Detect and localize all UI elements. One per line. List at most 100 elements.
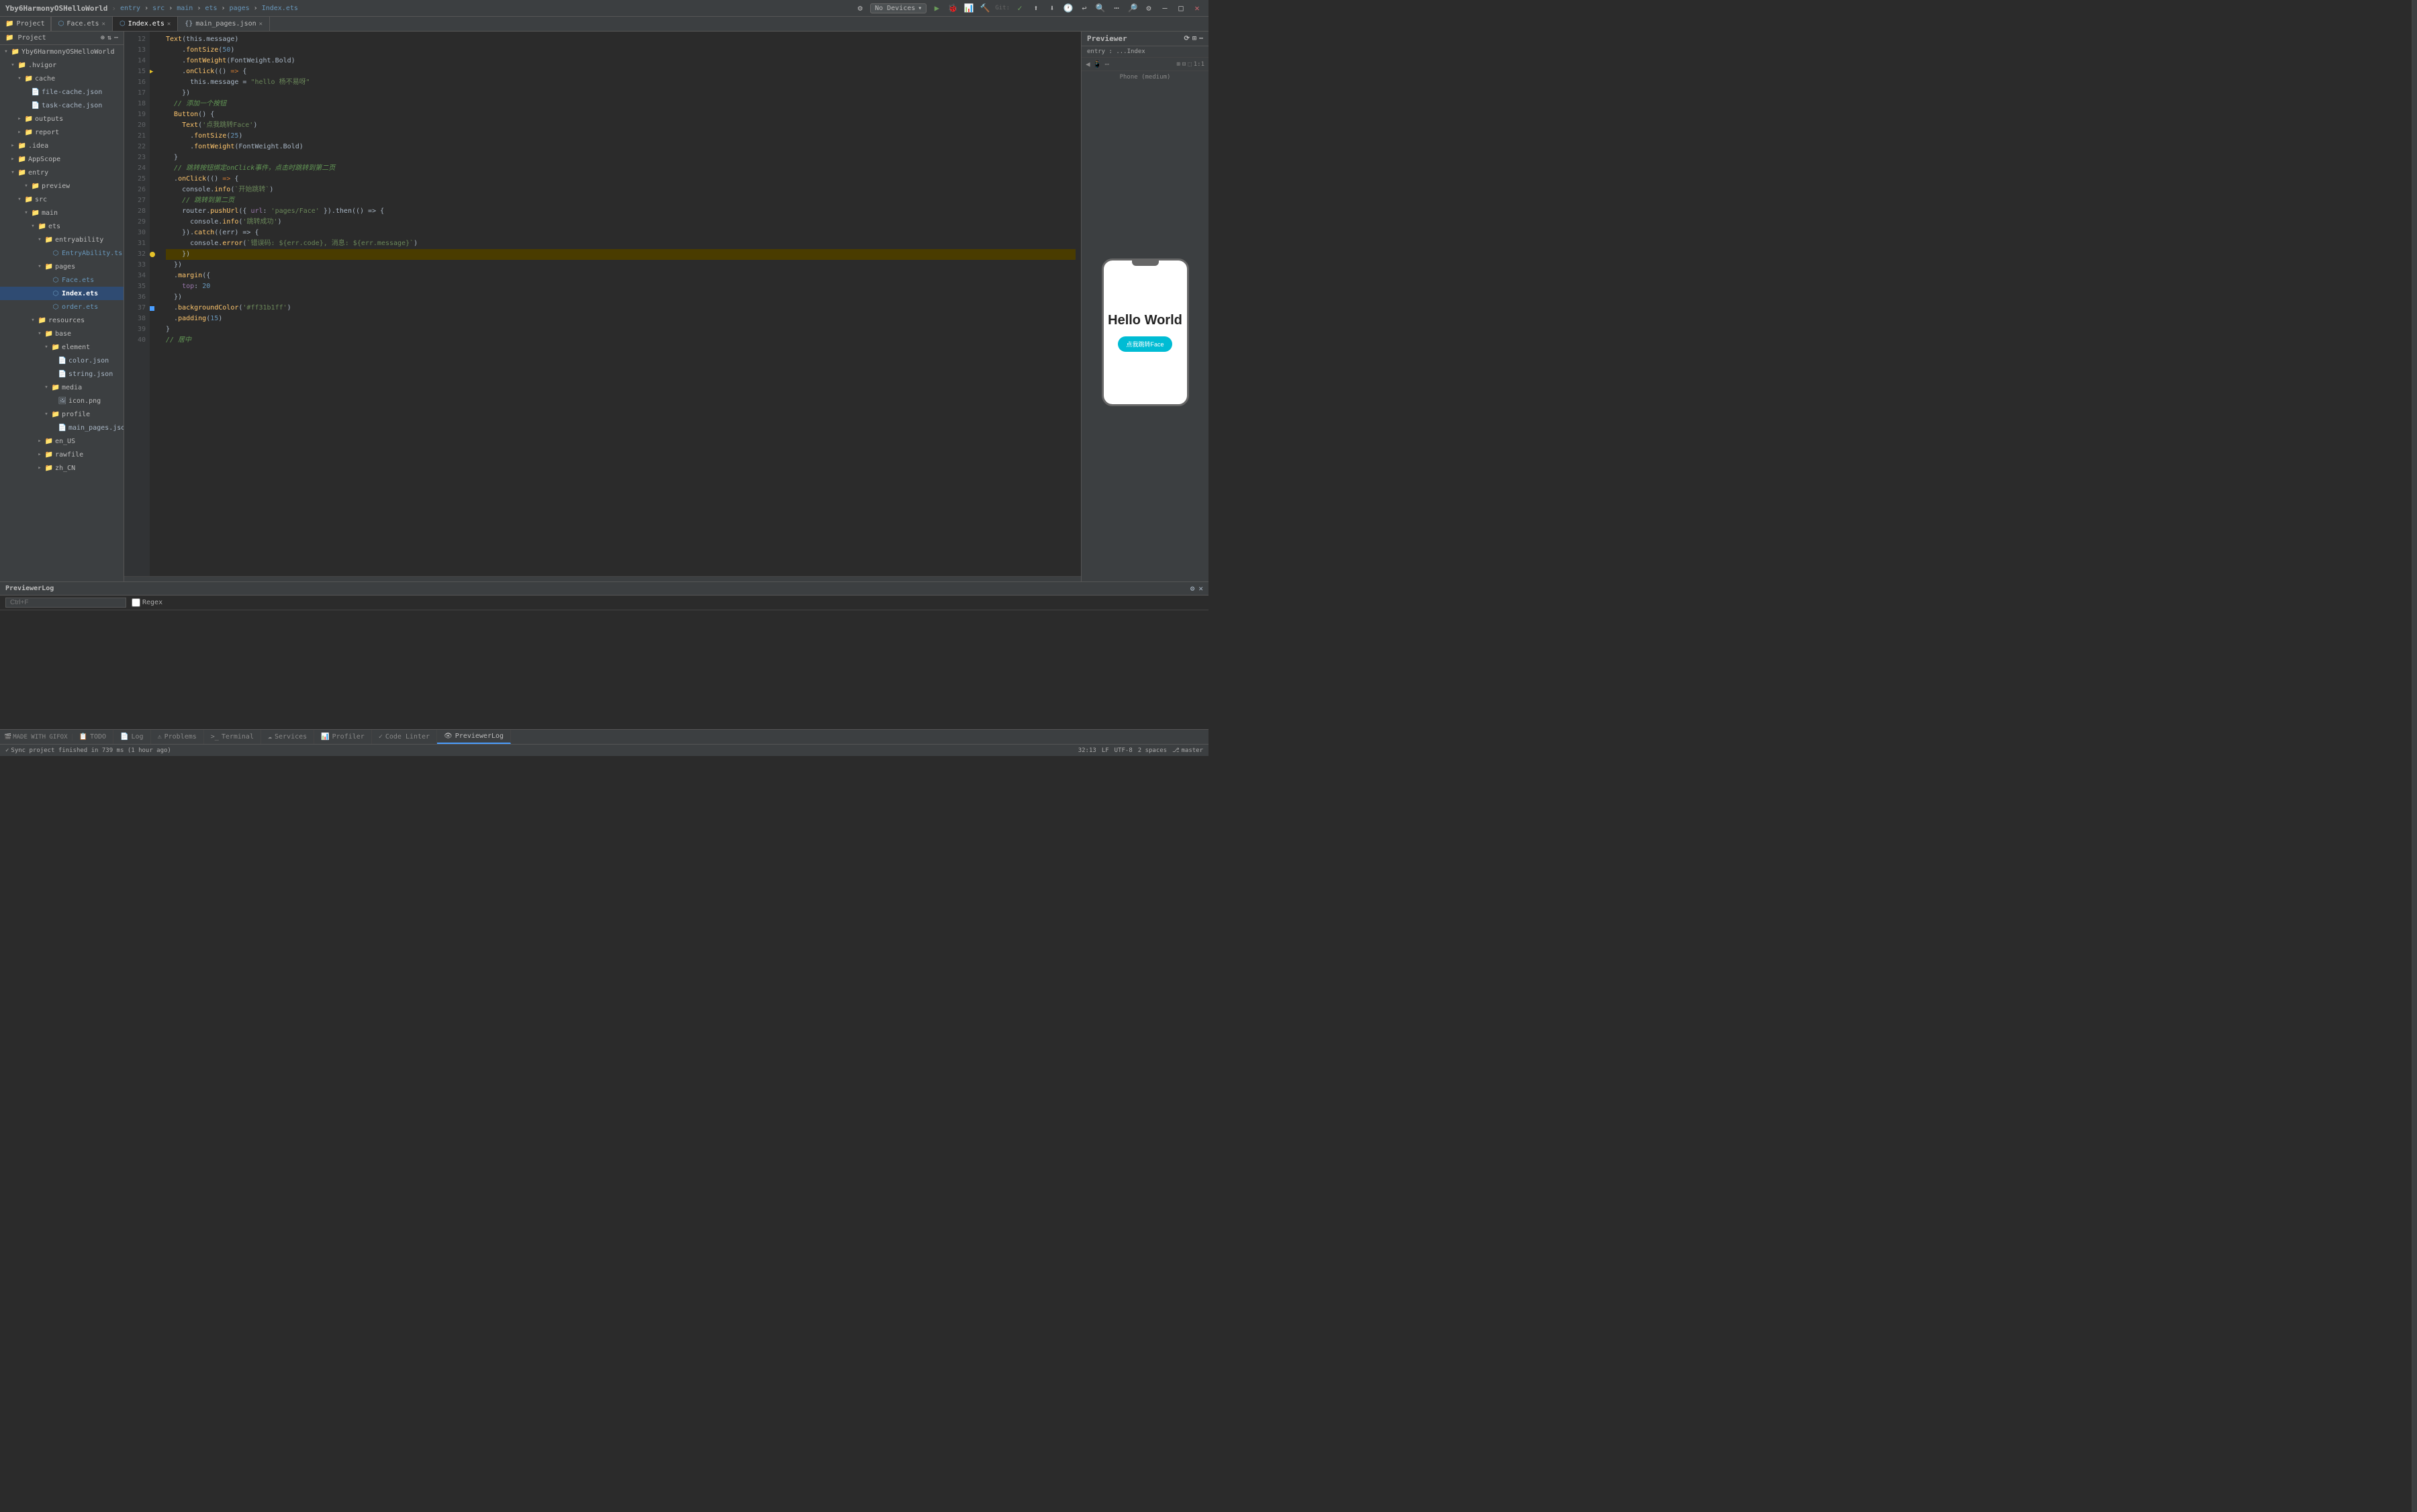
more-options-icon[interactable]: ⋯: [1104, 60, 1109, 68]
tree-media[interactable]: ▾ 📁 media: [0, 381, 124, 394]
code-line-32: }): [166, 249, 1076, 260]
log-settings-icon[interactable]: ⚙: [1190, 584, 1195, 593]
tab-project[interactable]: 📁 Project: [0, 17, 51, 31]
tree-task-cache[interactable]: ▸ 📄 task-cache.json: [0, 99, 124, 112]
indent-indicator[interactable]: 2 spaces: [1138, 747, 1167, 754]
tree-pages[interactable]: ▾ 📁 pages: [0, 260, 124, 273]
tab-previewerlog[interactable]: 👁 PreviewerLog: [437, 730, 511, 744]
tab-face-ets[interactable]: ⬡ Face.ets ✕: [52, 17, 113, 31]
problems-icon: ⚠: [158, 733, 162, 741]
todo-icon: 📋: [79, 733, 87, 741]
tab-terminal[interactable]: >_ Terminal: [204, 730, 261, 744]
tree-idea[interactable]: ▸ 📁 .idea: [0, 139, 124, 152]
tree-icon-png[interactable]: ▸ 🖼 icon.png: [0, 394, 124, 408]
git-check-icon[interactable]: ✓: [1014, 2, 1026, 14]
log-close-icon[interactable]: ✕: [1198, 584, 1203, 593]
tree-string-json[interactable]: ▸ 📄 string.json: [0, 367, 124, 381]
clock-icon[interactable]: 🕐: [1062, 2, 1074, 14]
prev-page-icon[interactable]: ◀: [1086, 60, 1090, 68]
sidebar-sort-icon[interactable]: ⇅: [107, 34, 111, 42]
regex-checkbox[interactable]: [132, 598, 140, 607]
tree-en-us[interactable]: ▸ 📁 en_US: [0, 434, 124, 448]
gear-icon[interactable]: ⚙: [1143, 2, 1155, 14]
tree-preview[interactable]: ▾ 📁 preview: [0, 179, 124, 193]
tree-profile[interactable]: ▾ 📁 profile: [0, 408, 124, 421]
run-button[interactable]: ▶: [931, 2, 943, 14]
search-icon[interactable]: 🔎: [1127, 2, 1139, 14]
tab-profiler[interactable]: 📊 Profiler: [314, 730, 372, 744]
code-line-16: this.message = "hello 杨不易呀": [166, 77, 1076, 88]
phone-icon[interactable]: 📱: [1093, 60, 1102, 68]
build-button[interactable]: 🔨: [979, 2, 991, 14]
tree-index-ets[interactable]: ▸ ⬡ Index.ets: [0, 287, 124, 300]
tab-problems[interactable]: ⚠ Problems: [151, 730, 204, 744]
phone-face-button[interactable]: 点我跳转Face: [1118, 336, 1172, 352]
log-search-input[interactable]: [5, 598, 126, 608]
previewer-settings-icon[interactable]: ⊞: [1192, 35, 1196, 42]
tab-main-pages-json[interactable]: {} main_pages.json ✕: [178, 17, 270, 31]
split-icon[interactable]: ⊟: [1182, 61, 1186, 68]
chevron-down-icon: ▾: [918, 5, 922, 12]
tree-base[interactable]: ▾ 📁 base: [0, 327, 124, 340]
tree-zh-cn[interactable]: ▸ 📁 zh_CN: [0, 461, 124, 475]
sidebar-filter-icon[interactable]: ⋯: [114, 34, 118, 42]
more-icon[interactable]: ⋯: [1110, 2, 1123, 14]
close-face-tab[interactable]: ✕: [102, 21, 105, 28]
tab-codelinter[interactable]: ✓ Code Linter: [372, 730, 437, 744]
grid-icon[interactable]: ⊞: [1176, 61, 1180, 68]
maximize-icon[interactable]: □: [1175, 2, 1187, 14]
previewer-more-icon[interactable]: ⋯: [1199, 35, 1203, 42]
tree-entry[interactable]: ▾ 📁 entry: [0, 166, 124, 179]
tree-face-ets[interactable]: ▸ ⬡ Face.ets: [0, 273, 124, 287]
tab-todo[interactable]: 📋 TODO: [73, 730, 114, 744]
sidebar-add-icon[interactable]: ⊕: [101, 34, 105, 42]
git-pull-icon[interactable]: ⬇: [1046, 2, 1058, 14]
log-header: PreviewerLog ⚙ ✕: [0, 582, 1208, 596]
regex-checkbox-container[interactable]: Regex: [132, 598, 162, 607]
code-line-34: .margin({: [166, 271, 1076, 281]
project-icon: 📁: [5, 34, 13, 42]
find-icon[interactable]: 🔍: [1094, 2, 1106, 14]
tree-entryability-ts[interactable]: ▸ ⬡ EntryAbility.ts: [0, 246, 124, 260]
minimize-icon[interactable]: —: [1159, 2, 1171, 14]
lf-indicator[interactable]: LF: [1102, 747, 1109, 754]
tree-file-cache[interactable]: ▸ 📄 file-cache.json: [0, 85, 124, 99]
tree-main[interactable]: ▾ 📁 main: [0, 206, 124, 220]
tree-ets[interactable]: ▾ 📁 ets: [0, 220, 124, 233]
tree-hvigor[interactable]: ▾ 📁 .hvigor: [0, 58, 124, 72]
expand-icon[interactable]: ⬚: [1188, 61, 1191, 68]
tree-rawfile[interactable]: ▸ 📁 rawfile: [0, 448, 124, 461]
profile-button[interactable]: 📊: [963, 2, 975, 14]
tab-index-ets[interactable]: ⬡ Index.ets ✕: [113, 17, 178, 31]
debug-button[interactable]: 🐞: [947, 2, 959, 14]
tab-log[interactable]: 📄 Log: [113, 730, 151, 744]
close-icon[interactable]: ✕: [1191, 2, 1203, 14]
cursor-position[interactable]: 32:13: [1078, 747, 1096, 754]
tree-report[interactable]: ▸ 📁 report: [0, 126, 124, 139]
tree-root[interactable]: ▾ 📁 Yby6HarmonyOSHelloWorld: [0, 45, 124, 58]
close-json-tab[interactable]: ✕: [259, 21, 263, 28]
tree-appscope[interactable]: ▸ 📁 AppScope: [0, 152, 124, 166]
encoding-indicator[interactable]: UTF-8: [1115, 747, 1133, 754]
git-branch[interactable]: ⎇ master: [1172, 747, 1203, 754]
tree-cache[interactable]: ▾ 📁 cache: [0, 72, 124, 85]
tree-src[interactable]: ▾ 📁 src: [0, 193, 124, 206]
code-editor-content[interactable]: Text(this.message) .fontSize(50) .fontWe…: [160, 32, 1081, 576]
tree-color-json[interactable]: ▸ 📄 color.json: [0, 354, 124, 367]
previewer-refresh-icon[interactable]: ⟳: [1184, 35, 1190, 42]
undo-icon[interactable]: ↩: [1078, 2, 1090, 14]
phone-preview-container: Hello World 点我跳转Face: [1082, 83, 1208, 581]
settings-icon[interactable]: ⚙: [854, 2, 866, 14]
tree-element[interactable]: ▾ 📁 element: [0, 340, 124, 354]
zoom-icon[interactable]: 1:1: [1194, 61, 1204, 68]
device-dropdown[interactable]: No Devices ▾: [870, 3, 927, 13]
tree-resources[interactable]: ▾ 📁 resources: [0, 314, 124, 327]
tab-services[interactable]: ☁ Services: [261, 730, 314, 744]
tree-outputs[interactable]: ▸ 📁 outputs: [0, 112, 124, 126]
tree-main-pages-json[interactable]: ▸ 📄 main_pages.json: [0, 421, 124, 434]
close-index-tab[interactable]: ✕: [167, 21, 171, 28]
editor-hscrollbar[interactable]: [124, 576, 1081, 581]
tree-order-ets[interactable]: ▸ ⬡ order.ets: [0, 300, 124, 314]
tree-entryability[interactable]: ▾ 📁 entryability: [0, 233, 124, 246]
git-push-icon[interactable]: ⬆: [1030, 2, 1042, 14]
